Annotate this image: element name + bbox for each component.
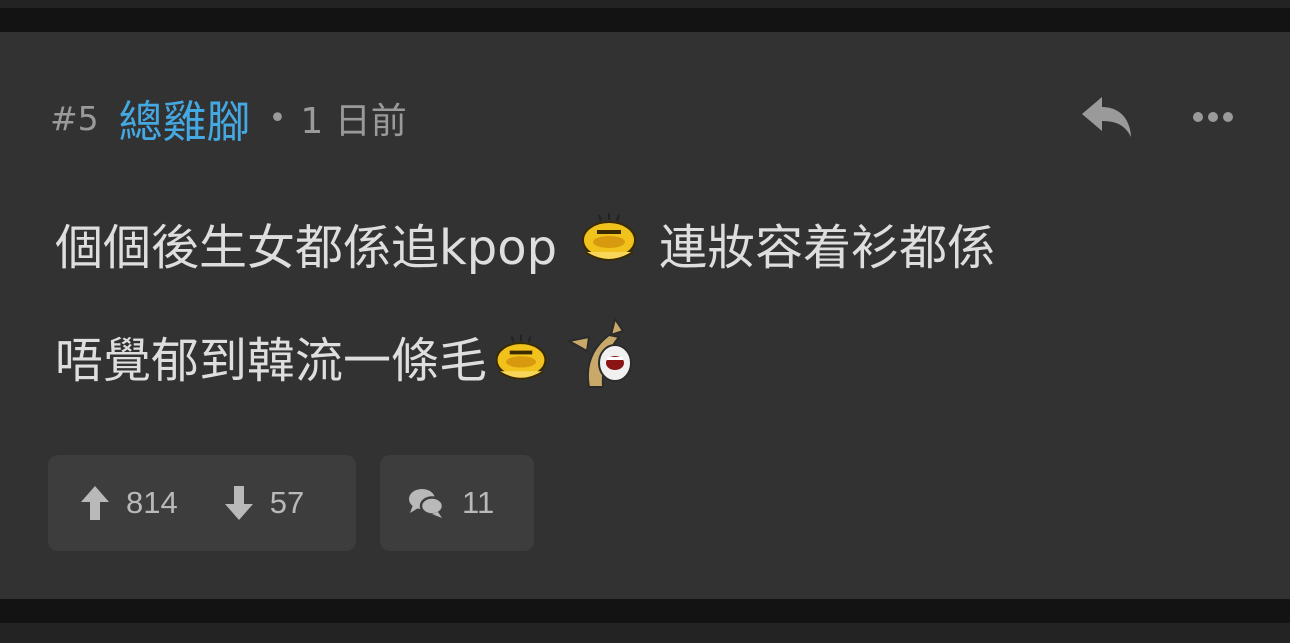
comment-bubble-icon	[409, 489, 444, 518]
yellow-face-sticker-icon	[582, 213, 637, 261]
comment-text: 連妝容着衫都係	[659, 220, 996, 276]
comment-header: #5 總雞腳 • 1 日前	[50, 88, 407, 148]
more-options-button[interactable]	[1190, 104, 1236, 130]
reply-button[interactable]	[1080, 95, 1134, 139]
arrow-down-icon	[224, 486, 253, 520]
comment-text: 唔覺郁到韓流一條毛	[55, 333, 488, 389]
bottom-divider	[0, 623, 1290, 643]
post-time: 1 日前	[300, 101, 407, 142]
downvote-button[interactable]: 57	[224, 485, 304, 521]
separator-dot: •	[268, 100, 287, 136]
upvote-button[interactable]: 814	[80, 485, 178, 521]
reply-icon	[1082, 97, 1131, 137]
arrow-up-icon	[81, 486, 109, 520]
top-divider	[0, 0, 1290, 8]
comment-body: 個個後生女都係追kpop 連妝容着衫都係 唔覺郁到韓流一條毛	[55, 208, 1235, 434]
vote-bar: 814 57	[48, 455, 356, 551]
comment-text: 個個後生女都係追kpop	[55, 220, 558, 276]
comment-count: 11	[462, 485, 495, 520]
crying-horse-sticker-icon	[566, 316, 633, 388]
more-dots-icon	[1193, 112, 1233, 122]
comment-count-button[interactable]: 11	[380, 455, 534, 551]
downvote-count: 57	[269, 485, 305, 520]
comment-line: 個個後生女都係追kpop 連妝容着衫都係	[55, 208, 1235, 321]
floor-number: #5	[50, 98, 99, 138]
yellow-face-sticker-icon	[495, 334, 547, 380]
comment-line: 唔覺郁到韓流一條毛	[55, 316, 1235, 434]
upvote-count: 814	[126, 485, 178, 520]
username-link[interactable]: 總雞腳	[119, 86, 251, 150]
